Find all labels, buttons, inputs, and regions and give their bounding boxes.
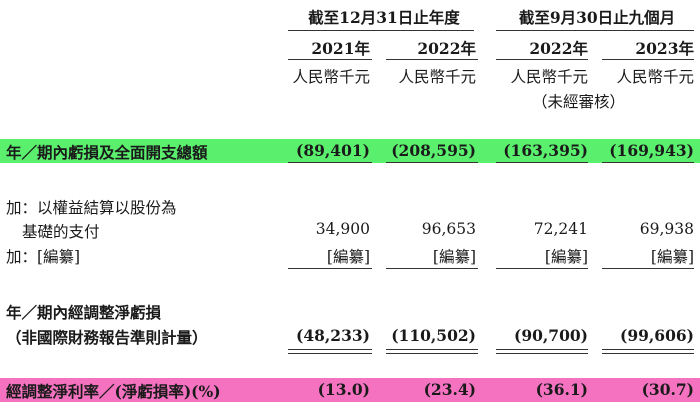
row-share-based-label-line1: 加：以權益結算以股份為 (6, 199, 177, 217)
header-unaudited-note: （未經審核） (532, 93, 626, 111)
header-group-nine-months: 截至9月30日止九個月 (518, 8, 676, 27)
redacted-rule (496, 268, 588, 269)
redacted-rule (602, 268, 694, 269)
row-redacted-value: [編纂] (544, 248, 588, 266)
year-rule-3 (496, 59, 588, 60)
row-adjusted-value: (48,233) (296, 326, 370, 345)
year-rule-2 (386, 59, 478, 60)
total-loss-rule (602, 162, 694, 163)
adjusted-double-rule (496, 349, 588, 354)
year-rule-1 (288, 59, 372, 60)
redacted-rule (288, 268, 372, 269)
total-loss-rule (288, 162, 372, 163)
row-margin-value: (23.4) (423, 380, 476, 399)
header-year-2022a: 2022年 (417, 39, 476, 58)
row-total-loss-value: (208,595) (391, 141, 476, 160)
row-margin-label: 經調整淨利率／(淨虧損率)(%) (6, 382, 221, 401)
year-rule-4 (602, 59, 694, 60)
row-share-based-value: 96,653 (421, 220, 476, 238)
header-unit-4: 人民幣千元 (616, 68, 694, 86)
redacted-rule (386, 268, 478, 269)
header-group-nine-rule (496, 30, 694, 31)
adjusted-double-rule (602, 349, 694, 354)
header-unit-2: 人民幣千元 (398, 68, 476, 86)
row-share-based-label-line2: 基礎的支付 (22, 223, 100, 241)
header-group-year-ended: 截至12月31日止年度 (308, 8, 460, 27)
row-redacted-value: [編纂] (432, 248, 476, 266)
row-redacted-value: [編纂] (326, 248, 370, 266)
row-adjusted-label-line1: 年／期內經調整淨虧損 (6, 303, 162, 322)
header-group-year-rule (288, 30, 474, 31)
row-total-loss-value: (163,395) (503, 141, 588, 160)
adjusted-double-rule (386, 349, 478, 354)
row-share-based-value: 72,241 (533, 220, 588, 238)
header-year-2023: 2023年 (635, 39, 694, 58)
row-margin-value: (36.1) (535, 380, 588, 399)
row-total-loss-label: 年／期內虧損及全面開支總額 (6, 143, 208, 162)
header-unit-3: 人民幣千元 (510, 68, 588, 86)
row-margin-value: (30.7) (641, 380, 694, 399)
adjusted-double-rule (288, 349, 372, 354)
header-unit-1: 人民幣千元 (292, 68, 370, 86)
row-redacted-value: [編纂] (650, 248, 694, 266)
row-share-based-value: 34,900 (315, 220, 370, 238)
row-share-based-value: 69,938 (639, 220, 694, 238)
row-total-loss-value: (89,401) (296, 141, 370, 160)
row-margin-value: (13.0) (317, 380, 370, 399)
row-adjusted-label-line2: （非國際財務報告準則計量） (6, 328, 208, 347)
row-adjusted-value: (110,502) (391, 326, 476, 345)
total-loss-rule (386, 162, 478, 163)
header-year-2021: 2021年 (311, 39, 370, 58)
row-adjusted-value: (99,606) (620, 326, 694, 345)
header-year-2022b: 2022年 (529, 39, 588, 58)
row-total-loss-value: (169,943) (609, 141, 694, 160)
row-redacted-label: 加：[編纂] (6, 248, 81, 266)
total-loss-rule (496, 162, 588, 163)
row-adjusted-value: (90,700) (514, 326, 588, 345)
